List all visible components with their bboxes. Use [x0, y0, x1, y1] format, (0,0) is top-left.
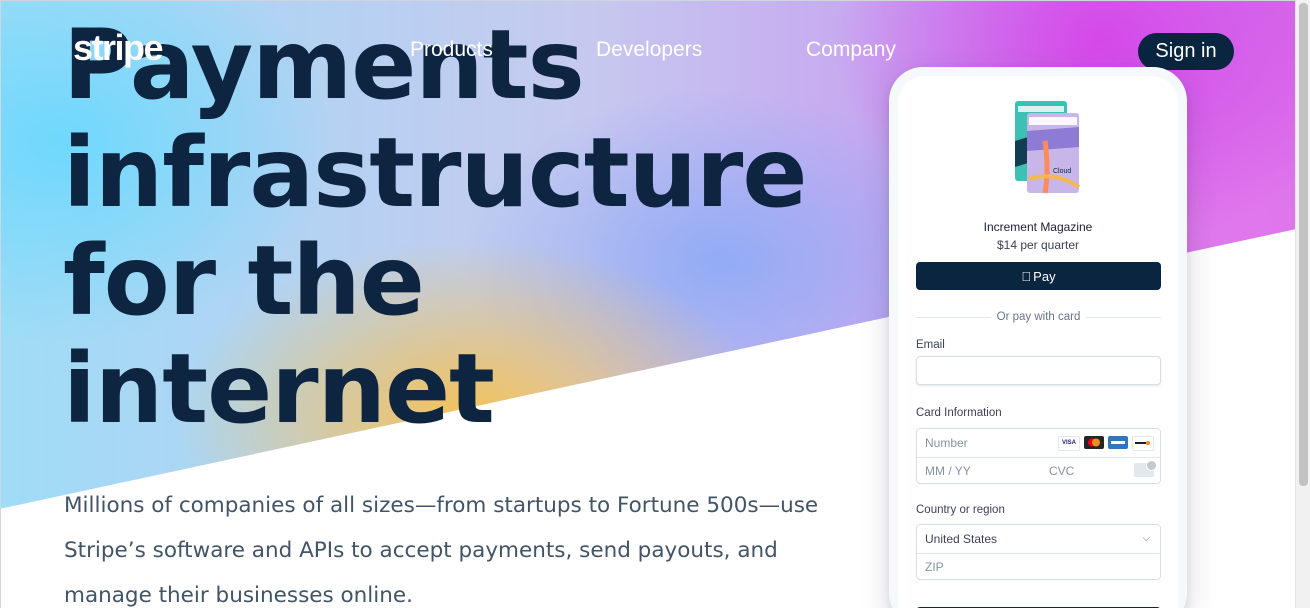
- card-information-label: Card Information: [916, 407, 1002, 419]
- divider-line: [1086, 316, 1162, 318]
- hero-headline: Payments infrastructure for the internet: [63, 9, 807, 445]
- checkout-phone-mockup: Cloud Increment Magazine $14 per quarter…: [889, 67, 1187, 608]
- hero-subtext: Millions of companies of all sizes—from …: [64, 493, 819, 608]
- stripe-logo[interactable]: stripe: [73, 27, 164, 69]
- expiry-cvc-row: MM / YY CVC: [917, 457, 1160, 484]
- headline-line: internet: [63, 333, 495, 445]
- card-number-field[interactable]: Number VISA: [917, 429, 1160, 458]
- zip-placeholder: ZIP: [925, 560, 944, 574]
- expiry-field[interactable]: MM / YY: [925, 464, 971, 478]
- nav-products[interactable]: Products: [410, 38, 493, 62]
- sign-in-button[interactable]: Sign in: [1138, 33, 1234, 70]
- amex-icon: [1108, 436, 1128, 449]
- zip-field[interactable]: ZIP: [917, 553, 1160, 580]
- chevron-down-icon: ⌵: [1142, 533, 1150, 544]
- card-number-placeholder: Number: [925, 436, 968, 450]
- mastercard-icon: [1084, 436, 1104, 449]
- email-label: Email: [916, 339, 945, 351]
- country-value: United States: [925, 532, 998, 546]
- cvc-field[interactable]: CVC: [1049, 464, 1074, 478]
- divider-text: Or pay with card: [996, 311, 1081, 323]
- svg-text:Cloud: Cloud: [1053, 168, 1071, 175]
- magazine-cover-image: Cloud: [1015, 101, 1081, 194]
- apple-pay-button[interactable]:  Pay: [916, 262, 1161, 290]
- nav-developers[interactable]: Developers: [596, 38, 702, 62]
- product-title: Increment Magazine: [983, 220, 1093, 234]
- product-price: $14 per quarter: [996, 238, 1080, 252]
- headline-line: Payments: [63, 9, 585, 121]
- headline-line: for the: [63, 225, 425, 337]
- email-field[interactable]: [916, 356, 1161, 385]
- apple-icon: : [1021, 269, 1031, 284]
- cvc-card-icon: [1134, 460, 1157, 477]
- apple-pay-label: Pay: [1028, 268, 1055, 284]
- pay-with-card-divider: Or pay with card: [916, 309, 1162, 325]
- scrollbar-thumb[interactable]: [1299, 3, 1308, 486]
- headline-line: infrastructure: [63, 117, 807, 229]
- discover-icon: [1132, 436, 1154, 451]
- checkout-form: Cloud Increment Magazine $14 per quarter…: [898, 76, 1178, 608]
- card-brands: VISA: [1058, 436, 1154, 451]
- card-information-group: Number VISA MM / YY CVC: [916, 428, 1161, 484]
- divider-line: [916, 316, 991, 318]
- country-select[interactable]: United States ⌵: [917, 525, 1160, 554]
- country-label: Country or region: [916, 504, 1005, 516]
- page: Payments infrastructure for the internet…: [0, 0, 1295, 608]
- country-zip-group: United States ⌵ ZIP: [916, 524, 1161, 580]
- nav-company[interactable]: Company: [806, 38, 896, 62]
- page-scrollbar[interactable]: [1295, 0, 1310, 608]
- visa-icon: VISA: [1058, 436, 1080, 451]
